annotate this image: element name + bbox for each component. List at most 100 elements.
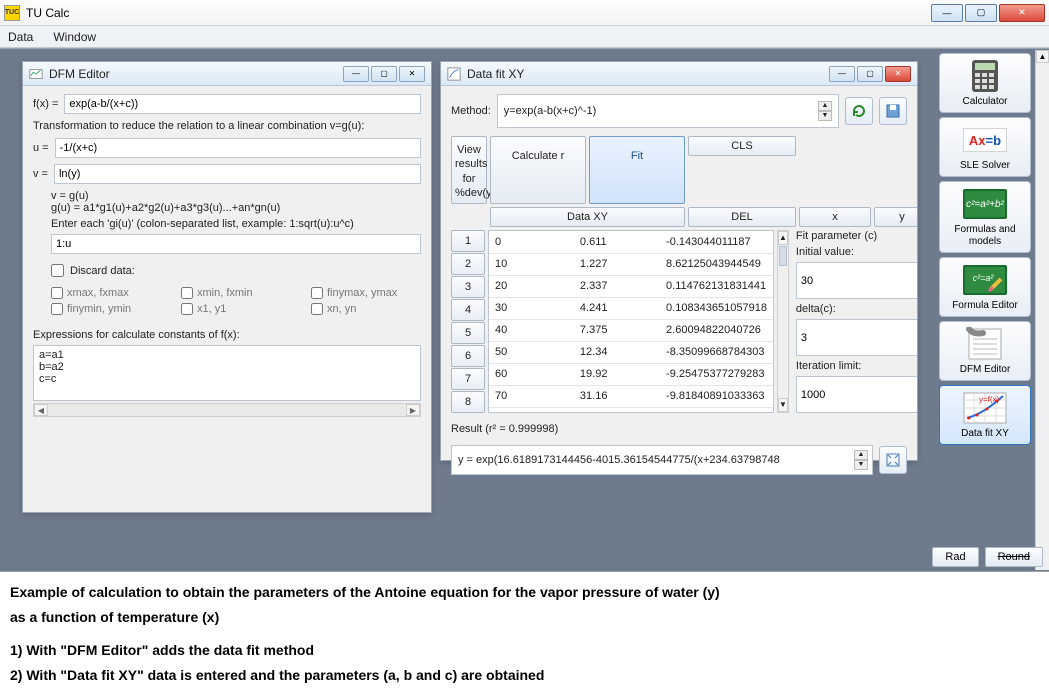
- del-button[interactable]: DEL: [688, 207, 796, 227]
- table-row[interactable]: 202.3370.114762131831441: [489, 275, 773, 297]
- transformation-label: Transformation to reduce the relation to…: [33, 120, 421, 132]
- svg-text:c²=a²: c²=a²: [973, 273, 995, 283]
- iter-label: Iteration limit:: [796, 360, 917, 372]
- calculate-r-button[interactable]: Calculate r: [490, 136, 586, 204]
- check-xmin[interactable]: xmin, fxmin: [181, 287, 281, 299]
- expand-icon: [886, 453, 900, 467]
- constants-label: Expressions for calculate constants of f…: [33, 329, 421, 341]
- check-finymin[interactable]: finymin, ymin: [51, 303, 151, 315]
- dfx-minimize-button[interactable]: —: [829, 66, 855, 82]
- initial-label: Initial value:: [796, 246, 917, 258]
- table-row[interactable]: 101.2278.62125043944549: [489, 253, 773, 275]
- gi-input[interactable]: [51, 234, 421, 254]
- svg-text:y=f(x): y=f(x): [979, 395, 1000, 404]
- sle-icon: Ax=b: [963, 123, 1007, 157]
- row-number-button[interactable]: 6: [451, 345, 485, 367]
- row-number-button[interactable]: 2: [451, 253, 485, 275]
- rad-button[interactable]: Rad: [932, 547, 978, 567]
- row-number-button[interactable]: 8: [451, 391, 485, 413]
- result-up-button[interactable]: ▲: [854, 450, 868, 460]
- dfm-icon: [29, 67, 43, 81]
- workspace-vscroll[interactable]: ▲: [1035, 50, 1049, 570]
- minimize-button[interactable]: —: [931, 4, 963, 22]
- data-xy-button[interactable]: Data XY: [490, 207, 685, 227]
- u-input[interactable]: [55, 138, 421, 158]
- refresh-button[interactable]: [845, 97, 873, 125]
- view-results-button[interactable]: View results for %dev(y): [451, 136, 487, 204]
- formula-editor-icon: c²=a²: [963, 263, 1007, 297]
- dfx-maximize-button[interactable]: ▢: [857, 66, 883, 82]
- menubar: Data Window: [0, 26, 1049, 48]
- grid-vscroll[interactable]: ▲▼: [777, 230, 789, 413]
- check-x1y1[interactable]: x1, y1: [181, 303, 281, 315]
- fx-input[interactable]: [64, 94, 421, 114]
- method-value: y=exp(a-b(x+c)^-1): [504, 105, 597, 117]
- discard-checkbox[interactable]: [51, 264, 64, 277]
- tools-sidebar: Calculator Ax=b SLE Solver c²=a²+b² Form…: [939, 53, 1031, 445]
- delta-input[interactable]: [796, 319, 917, 356]
- result-down-button[interactable]: ▼: [854, 460, 868, 470]
- v-input[interactable]: [54, 164, 421, 184]
- tool-sle-solver[interactable]: Ax=b SLE Solver: [939, 117, 1031, 177]
- tool-formula-editor[interactable]: c²=a² Formula Editor: [939, 257, 1031, 317]
- dfx-titlebar[interactable]: Data fit XY — ▢ ✕: [441, 62, 917, 86]
- table-row[interactable]: 00.611-0.143044011187: [489, 231, 773, 253]
- data-grid[interactable]: 00.611-0.143044011187101.2278.6212504394…: [488, 230, 774, 413]
- table-row[interactable]: 7031.16-9.81840891033363: [489, 385, 773, 407]
- table-row[interactable]: 6019.92-9.25475377279283: [489, 363, 773, 385]
- result-output[interactable]: y = exp(16.6189173144456-4015.3615454477…: [451, 445, 873, 475]
- formulas-icon: c²=a²+b²: [963, 187, 1007, 221]
- maximize-button[interactable]: ▢: [965, 4, 997, 22]
- method-up-button[interactable]: ▲: [818, 101, 832, 111]
- dfm-close-button[interactable]: ✕: [399, 66, 425, 82]
- cls-button[interactable]: CLS: [688, 136, 796, 156]
- tool-calculator[interactable]: Calculator: [939, 53, 1031, 113]
- x-column-button[interactable]: x: [799, 207, 871, 227]
- iter-input[interactable]: [796, 376, 917, 413]
- row-number-button[interactable]: 5: [451, 322, 485, 344]
- y-column-button[interactable]: y: [874, 207, 917, 227]
- menu-window[interactable]: Window: [53, 30, 96, 44]
- table-row[interactable]: 5012.34-8.35099668784303: [489, 341, 773, 363]
- tool-data-fit-xy[interactable]: y=f(x) Data fit XY: [939, 385, 1031, 445]
- dfx-close-button[interactable]: ✕: [885, 66, 911, 82]
- hscroll[interactable]: ◀▶: [33, 403, 421, 417]
- method-down-button[interactable]: ▼: [818, 111, 832, 121]
- round-button[interactable]: Round: [985, 547, 1043, 567]
- row-number-button[interactable]: 1: [451, 230, 485, 252]
- svg-text:Ax=b: Ax=b: [969, 133, 1001, 148]
- row-number-button[interactable]: 3: [451, 276, 485, 298]
- discard-label: Discard data:: [70, 265, 135, 277]
- close-button[interactable]: ✕: [999, 4, 1045, 22]
- dfm-titlebar[interactable]: DFM Editor — ▢ ✕: [23, 62, 431, 86]
- dfm-maximize-button[interactable]: ▢: [371, 66, 397, 82]
- row-number-button[interactable]: 7: [451, 368, 485, 390]
- dfm-minimize-button[interactable]: —: [343, 66, 369, 82]
- tool-dfm-editor[interactable]: DFM Editor: [939, 321, 1031, 381]
- data-fit-xy-window: Data fit XY — ▢ ✕ Method: y=exp(a-b(x+c)…: [440, 61, 918, 461]
- table-row[interactable]: 407.3752.60094822040726: [489, 319, 773, 341]
- table-row[interactable]: 304.2410.108343651057918: [489, 297, 773, 319]
- app-icon: TUC: [4, 5, 20, 21]
- method-select[interactable]: y=exp(a-b(x+c)^-1) ▲▼: [497, 94, 839, 128]
- u-label: u =: [33, 142, 49, 154]
- check-finymax[interactable]: finymax, ymax: [311, 287, 411, 299]
- menu-data[interactable]: Data: [8, 30, 33, 44]
- check-xnyn[interactable]: xn, yn: [311, 303, 411, 315]
- v-label: v =: [33, 168, 48, 180]
- check-xmax[interactable]: xmax, fxmax: [51, 287, 151, 299]
- tool-formulas[interactable]: c²=a²+b² Formulas and models: [939, 181, 1031, 253]
- calculator-icon: [963, 59, 1007, 93]
- app-title: TU Calc: [26, 6, 69, 20]
- initial-value-input[interactable]: [796, 262, 917, 299]
- save-button[interactable]: [879, 97, 907, 125]
- g-heading-1: v = g(u): [33, 190, 421, 202]
- fx-label: f(x) =: [33, 98, 58, 110]
- result-label: Result (r² = 0.999998): [451, 423, 907, 435]
- constants-input[interactable]: a=a1 b=a2 c=c: [33, 345, 421, 401]
- fit-button[interactable]: Fit: [589, 136, 685, 204]
- data-fit-icon: y=f(x): [963, 391, 1007, 425]
- expand-button[interactable]: [879, 446, 907, 474]
- row-number-button[interactable]: 4: [451, 299, 485, 321]
- caption: Example of calculation to obtain the par…: [0, 572, 1049, 686]
